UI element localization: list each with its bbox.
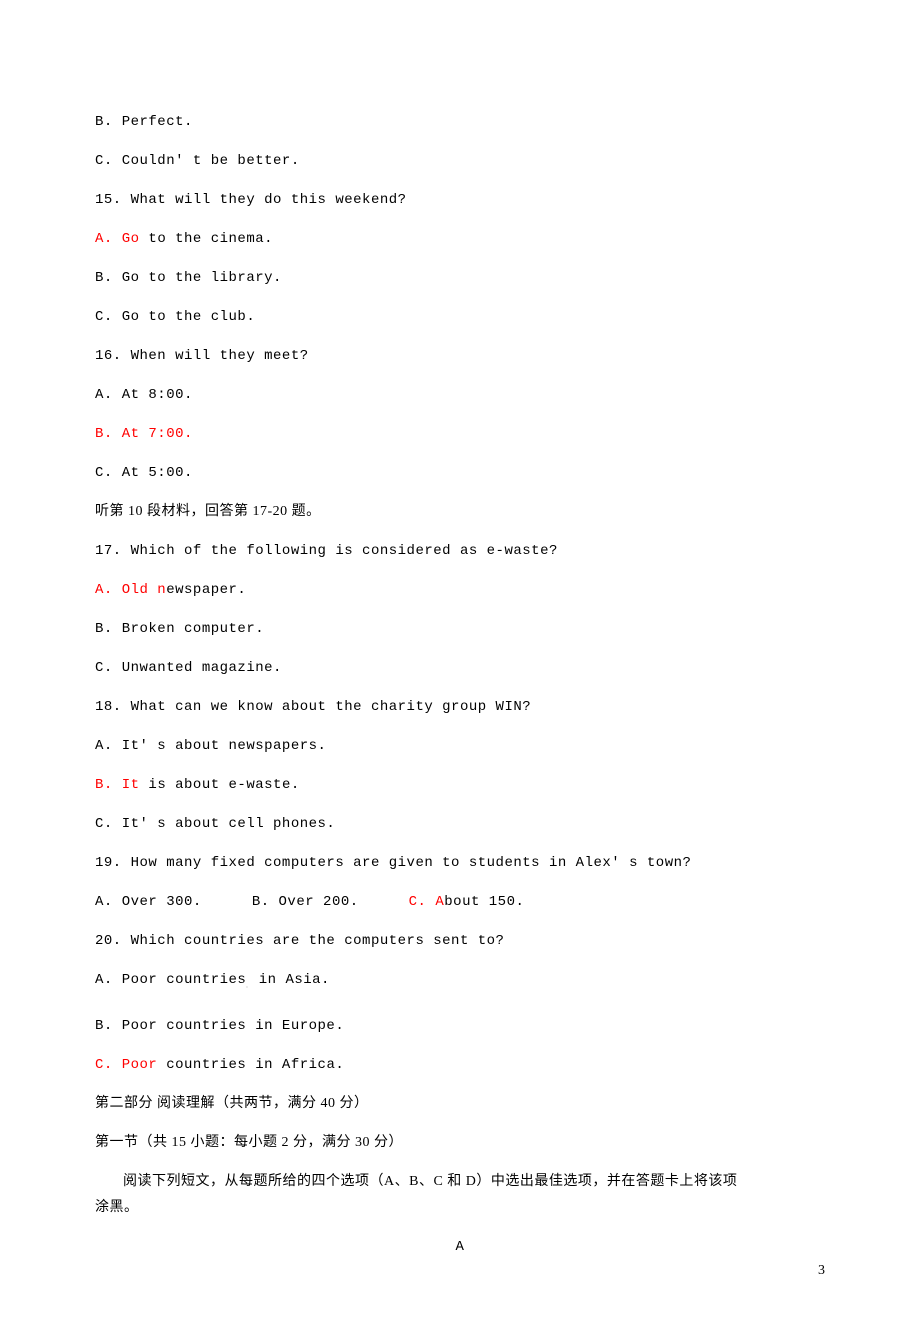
question-15-option-a: A. Go to the cinema. [95, 232, 825, 246]
passage-letter-a: A [95, 1240, 825, 1254]
answer-highlight: C. Poor [95, 1057, 157, 1073]
option-text-post: in Asia. [250, 972, 330, 988]
question-19-option-a: A. Over 300. [95, 895, 202, 909]
question-18-option-a: A. It' s about newspapers. [95, 739, 825, 753]
answer-highlight: B. It [95, 777, 140, 793]
question-18: 18. What can we know about the charity g… [95, 700, 825, 714]
option-text-rest: countries in Africa. [157, 1057, 344, 1073]
question-20-option-a: A. Poor countries。 in Asia. [95, 973, 825, 994]
question-16-option-b: B. At 7:00. [95, 427, 825, 441]
answer-highlight: A. Go [95, 231, 140, 247]
question-17-option-c: C. Unwanted magazine. [95, 661, 825, 675]
question-19: 19. How many fixed computers are given t… [95, 856, 825, 870]
instruction-line-2: 涂黑。 [95, 1201, 825, 1215]
part-2-heading: 第二部分 阅读理解（共两节，满分 40 分） [95, 1097, 825, 1111]
question-20-option-c: C. Poor countries in Africa. [95, 1058, 825, 1072]
question-16-option-c: C. At 5:00. [95, 466, 825, 480]
option-text-pre: A. Poor countries [95, 972, 246, 988]
question-18-option-c: C. It' s about cell phones. [95, 817, 825, 831]
question-19-option-b: B. Over 200. [252, 895, 359, 909]
question-16: 16. When will they meet? [95, 349, 825, 363]
question-19-options: A. Over 300. B. Over 200. C. About 150. [95, 895, 825, 909]
document-page: B. Perfect. C. Couldn' t be better. 15. … [0, 0, 920, 1319]
question-18-option-b: B. It is about e-waste. [95, 778, 825, 792]
question-19-option-c: C. About 150. [409, 895, 525, 909]
question-17: 17. Which of the following is considered… [95, 544, 825, 558]
section-10-heading: 听第 10 段材料，回答第 17-20 题。 [95, 505, 825, 519]
option-text-rest: bout 150. [444, 894, 524, 910]
page-number: 3 [818, 1263, 825, 1279]
option-text-rest: is about e-waste. [140, 777, 300, 793]
question-15: 15. What will they do this weekend? [95, 193, 825, 207]
section-1-heading: 第一节（共 15 小题：每小题 2 分，满分 30 分） [95, 1136, 825, 1150]
answer-highlight: A. Old n [95, 582, 166, 598]
question-15-option-b: B. Go to the library. [95, 271, 825, 285]
question-16-option-a: A. At 8:00. [95, 388, 825, 402]
instruction-line-1: 阅读下列短文，从每题所给的四个选项（A、B、C 和 D）中选出最佳选项，并在答题… [95, 1175, 825, 1189]
question-20: 20. Which countries are the computers se… [95, 934, 825, 948]
option-text-rest: ewspaper. [166, 582, 246, 598]
answer-highlight: C. A [409, 894, 445, 910]
question-17-option-b: B. Broken computer. [95, 622, 825, 636]
option-c-text: C. Couldn' t be better. [95, 154, 825, 168]
option-b-text: B. Perfect. [95, 115, 825, 129]
question-15-option-c: C. Go to the club. [95, 310, 825, 324]
question-17-option-a: A. Old newspaper. [95, 583, 825, 597]
question-20-option-b: B. Poor countries in Europe. [95, 1019, 825, 1033]
option-text-rest: to the cinema. [140, 231, 274, 247]
